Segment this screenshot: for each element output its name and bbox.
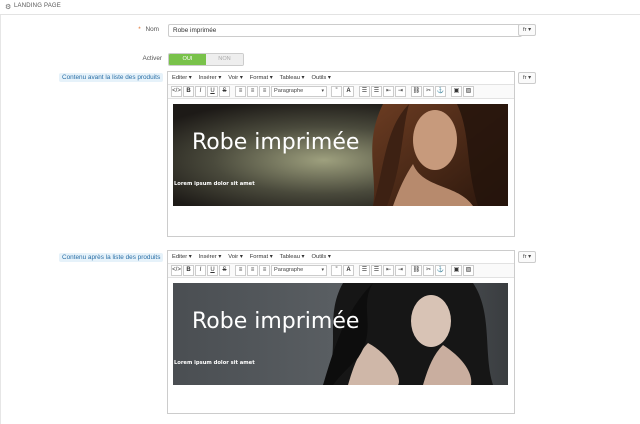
outdent-icon[interactable]: ⇤ (383, 265, 394, 276)
editor-toolbar: </> B I U S ≡ ≡ ≡ Paragraphe ▾ ” A ☰ ☰ ⇤ … (168, 85, 514, 99)
bullet-list-icon[interactable]: ☰ (359, 86, 370, 97)
menu-tools[interactable]: Outils ▾ (311, 254, 330, 260)
banner-subtext: Lorem ipsum dolor sit amet (174, 181, 255, 187)
link-icon[interactable]: ⛓ (411, 265, 422, 276)
editor-menubar: Editer ▾ Insérer ▾ Voir ▾ Format ▾ Table… (168, 251, 514, 264)
editor-content[interactable]: Robe imprimée Lorem ipsum dolor sit amet (168, 278, 514, 413)
code-icon[interactable]: </> (171, 86, 182, 97)
menu-format[interactable]: Format ▾ (250, 254, 273, 260)
link-icon[interactable]: ⛓ (411, 86, 422, 97)
lang-select-after[interactable]: fr ▾ (518, 251, 536, 263)
align-left-icon[interactable]: ≡ (235, 86, 246, 97)
section-header: ⚙ LANDING PAGE (0, 0, 640, 15)
editor-before[interactable]: Editer ▾ Insérer ▾ Voir ▾ Format ▾ Table… (167, 71, 515, 237)
menu-view[interactable]: Voir ▾ (228, 254, 243, 260)
banner-photo (173, 283, 508, 385)
unlink-icon[interactable]: ✂ (423, 86, 434, 97)
anchor-icon[interactable]: ⚓ (435, 86, 446, 97)
name-label: * Nom (120, 26, 162, 33)
text-color-icon[interactable]: A (343, 86, 354, 97)
indent-icon[interactable]: ⇥ (395, 86, 406, 97)
lang-code: fr (522, 75, 527, 81)
align-left-icon[interactable]: ≡ (235, 265, 246, 276)
menu-format[interactable]: Format ▾ (250, 75, 273, 81)
underline-icon[interactable]: U (207, 86, 218, 97)
numbered-list-icon[interactable]: ☰ (371, 265, 382, 276)
gear-icon: ⚙ (5, 4, 12, 11)
active-switch[interactable]: OUI NON (168, 53, 244, 66)
text-color-icon[interactable]: A (343, 265, 354, 276)
menu-table[interactable]: Tableau ▾ (280, 75, 305, 81)
unlink-icon[interactable]: ✂ (423, 265, 434, 276)
banner-image: Robe imprimée Lorem ipsum dolor sit amet (173, 283, 508, 385)
indent-icon[interactable]: ⇥ (395, 265, 406, 276)
image-icon[interactable]: ▨ (463, 265, 474, 276)
banner-subtext: Lorem ipsum dolor sit amet (174, 360, 255, 366)
quote-icon[interactable]: ” (331, 86, 342, 97)
italic-icon[interactable]: I (195, 265, 206, 276)
lang-code: fr (522, 27, 527, 33)
bold-icon[interactable]: B (183, 265, 194, 276)
menu-edit[interactable]: Editer ▾ (172, 254, 192, 260)
banner-image: Robe imprimée Lorem ipsum dolor sit amet (173, 104, 508, 206)
outdent-icon[interactable]: ⇤ (383, 86, 394, 97)
switch-off[interactable]: NON (206, 54, 243, 65)
media-icon[interactable]: ▣ (451, 265, 462, 276)
editor-toolbar: </> B I U S ≡ ≡ ≡ Paragraphe ▾ ” A ☰ ☰ ⇤ … (168, 264, 514, 278)
editor-menubar: Editer ▾ Insérer ▾ Voir ▾ Format ▾ Table… (168, 72, 514, 85)
media-icon[interactable]: ▣ (451, 86, 462, 97)
active-label: Activer (142, 55, 162, 62)
menu-edit[interactable]: Editer ▾ (172, 75, 192, 81)
bullet-list-icon[interactable]: ☰ (359, 265, 370, 276)
strikethrough-icon[interactable]: S (219, 265, 230, 276)
before-content-label: Contenu avant la liste des produits (59, 73, 164, 82)
banner-photo (173, 104, 508, 206)
lang-select-before[interactable]: fr ▾ (518, 72, 536, 84)
switch-on[interactable]: OUI (169, 54, 206, 65)
name-input[interactable]: Robe imprimée (168, 24, 522, 37)
numbered-list-icon[interactable]: ☰ (371, 86, 382, 97)
menu-tools[interactable]: Outils ▾ (311, 75, 330, 81)
code-icon[interactable]: </> (171, 265, 182, 276)
underline-icon[interactable]: U (207, 265, 218, 276)
paragraph-select[interactable]: Paragraphe ▾ (271, 265, 327, 276)
banner-headline: Robe imprimée (192, 309, 360, 334)
align-center-icon[interactable]: ≡ (247, 86, 258, 97)
align-right-icon[interactable]: ≡ (259, 86, 270, 97)
bold-icon[interactable]: B (183, 86, 194, 97)
align-right-icon[interactable]: ≡ (259, 265, 270, 276)
lang-code: fr (522, 254, 527, 260)
menu-table[interactable]: Tableau ▾ (280, 254, 305, 260)
editor-after[interactable]: Editer ▾ Insérer ▾ Voir ▾ Format ▾ Table… (167, 250, 515, 414)
lang-select-name[interactable]: fr ▾ (518, 24, 536, 36)
left-rule (0, 14, 1, 424)
paragraph-select-value: Paragraphe (274, 88, 304, 94)
strikethrough-icon[interactable]: S (219, 86, 230, 97)
quote-icon[interactable]: ” (331, 265, 342, 276)
section-title: LANDING PAGE (14, 3, 61, 9)
after-content-label: Contenu après la liste des produits (59, 253, 164, 262)
paragraph-select[interactable]: Paragraphe ▾ (271, 86, 327, 97)
name-label-text: Nom (145, 26, 160, 33)
paragraph-select-value: Paragraphe (274, 267, 304, 273)
menu-insert[interactable]: Insérer ▾ (199, 254, 222, 260)
menu-view[interactable]: Voir ▾ (228, 75, 243, 81)
required-marker: * (138, 26, 141, 33)
anchor-icon[interactable]: ⚓ (435, 265, 446, 276)
italic-icon[interactable]: I (195, 86, 206, 97)
image-icon[interactable]: ▨ (463, 86, 474, 97)
align-center-icon[interactable]: ≡ (247, 265, 258, 276)
banner-headline: Robe imprimée (192, 130, 360, 155)
editor-content[interactable]: Robe imprimée Lorem ipsum dolor sit amet (168, 99, 514, 236)
menu-insert[interactable]: Insérer ▾ (199, 75, 222, 81)
